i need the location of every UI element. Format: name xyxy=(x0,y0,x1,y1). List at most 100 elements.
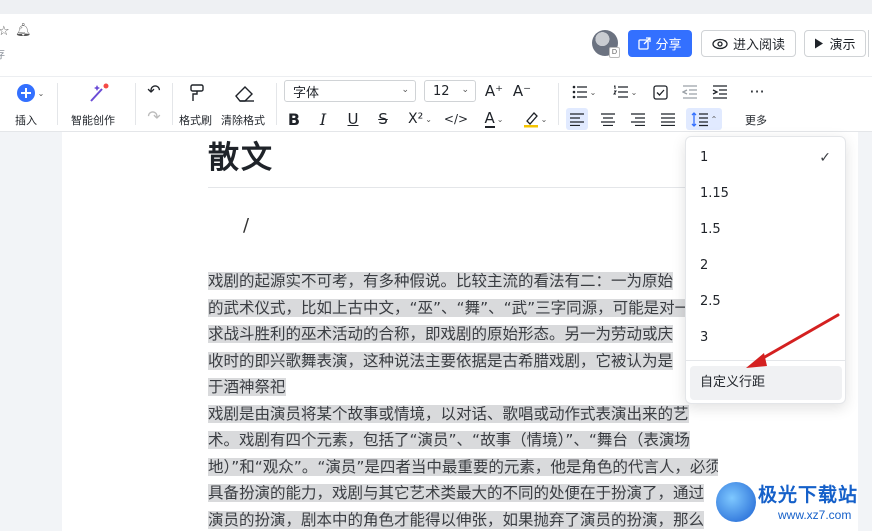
align-right-button[interactable] xyxy=(627,108,649,130)
superscript-icon: X² xyxy=(408,111,424,127)
code-button[interactable]: </> xyxy=(444,109,468,129)
undo-icon: ↶ xyxy=(147,81,161,100)
numbered-list-button[interactable]: ⌄ xyxy=(609,82,641,102)
annotation-arrow xyxy=(746,313,840,368)
justify-icon xyxy=(661,112,675,126)
slash-placeholder[interactable]: / xyxy=(243,215,249,236)
strikethrough-button[interactable]: S xyxy=(373,109,393,129)
divider xyxy=(276,83,277,125)
window-top-strip xyxy=(0,0,872,14)
outdent-icon xyxy=(682,85,697,99)
numbered-list-icon xyxy=(612,85,628,98)
font-size-select[interactable]: 12 ⌄ xyxy=(424,80,476,102)
italic-button[interactable]: I xyxy=(313,109,333,129)
present-label: 演示 xyxy=(829,38,856,53)
present-button[interactable]: 演示 xyxy=(804,30,866,57)
superscript-button[interactable]: X² ⌄ xyxy=(403,109,437,129)
line-spacing-icon xyxy=(691,111,708,127)
share-button[interactable]: 分享 xyxy=(628,30,692,57)
align-center-icon xyxy=(601,112,615,126)
text-line: 地）”和“观众”。“演员”是四者当中最重要的元素，他是角色的代言人，必须 xyxy=(208,454,718,481)
text-line: 戏剧是由演员将某个故事或情境，以对话、歌唱或动作式表演出来的艺 xyxy=(208,404,689,423)
insert-label: 插入 xyxy=(15,114,37,127)
ai-create-label: 智能创作 xyxy=(71,114,115,127)
clear-format-button[interactable] xyxy=(233,82,257,104)
document-body[interactable]: 戏剧的起源实不可考，有多种假说。比较主流的看法有二：一为原始 的武术仪式，比如上… xyxy=(208,268,718,531)
text-line: 的武术仪式，比如上古中文，“巫”、“舞”、“武”三字同源，可能是对一 xyxy=(208,298,691,317)
underline-button[interactable]: U xyxy=(343,109,363,129)
header-bar: ☆ 🔔︎ 存 D 分享 进入阅读 演示 xyxy=(0,14,872,76)
align-center-button[interactable] xyxy=(597,108,619,130)
line-spacing-button[interactable]: ⌃ xyxy=(686,108,722,130)
chevron-down-icon: ⌄ xyxy=(425,114,432,124)
text-line: 术。戏剧有四个元素，包括了“演员”、“故事（情境）”、“舞台（表演场 xyxy=(208,431,690,449)
bold-icon: B xyxy=(287,109,301,129)
code-icon: </> xyxy=(443,112,469,126)
format-painter-label: 格式刷 xyxy=(179,114,212,127)
text-line: 具备扮演的能力，戏剧与其它艺术类最大的不同的处便在于扮演了，通过 xyxy=(208,484,705,502)
align-right-icon xyxy=(631,112,645,126)
text-line: 戏剧的起源实不可考，有多种假说。比较主流的看法有二：一为原始 xyxy=(208,272,674,290)
decrease-font-button[interactable]: A⁻ xyxy=(512,81,532,101)
justify-button[interactable] xyxy=(657,108,679,130)
title-divider xyxy=(208,187,728,188)
bell-icon[interactable]: 🔔︎ xyxy=(15,23,32,38)
bold-button[interactable]: B xyxy=(284,109,304,129)
chevron-down-icon: ⌄ xyxy=(461,85,469,95)
chevron-down-icon: ⌄ xyxy=(540,114,548,124)
font-family-select[interactable]: 字体 ⌄ xyxy=(284,80,416,102)
task-list-button[interactable] xyxy=(650,82,670,102)
avatar-badge: D xyxy=(609,47,620,58)
play-icon xyxy=(815,38,824,49)
ai-create-button[interactable] xyxy=(86,83,112,103)
magic-wand-icon xyxy=(90,83,109,102)
underline-icon: U xyxy=(347,110,359,128)
bullet-list-icon xyxy=(572,85,587,99)
align-left-button[interactable] xyxy=(566,108,588,130)
share-icon xyxy=(638,37,652,50)
decrease-font-icon: A⁻ xyxy=(512,82,532,100)
chevron-down-icon: ⌄ xyxy=(401,85,409,95)
line-spacing-option-1[interactable]: 1 ✓ xyxy=(686,140,845,176)
divider xyxy=(57,83,58,125)
insert-button[interactable]: ⌄ xyxy=(12,83,48,103)
watermark-url: www.xz7.com xyxy=(778,508,852,522)
text-line: 收时的即兴歌舞表演，这种说法主要依据是古希腊戏剧，它被认为是 xyxy=(208,351,674,370)
document-title[interactable]: 散文 xyxy=(208,132,274,177)
line-spacing-option-2[interactable]: 2 xyxy=(686,248,845,284)
avatar[interactable]: D xyxy=(592,30,620,58)
text-line: 求战斗胜利的巫术活动的合称，即戏剧的原始形态。另一为劳动或庆 xyxy=(208,325,674,343)
format-painter-button[interactable] xyxy=(186,82,208,104)
line-spacing-option-1-15[interactable]: 1.15 xyxy=(686,176,845,212)
bullet-list-button[interactable]: ⌄ xyxy=(568,82,600,102)
more-label: 更多 xyxy=(745,114,767,127)
watermark-brand: 极光下载站 xyxy=(758,484,859,506)
highlight-button[interactable]: ⌄ xyxy=(518,109,552,129)
undo-button[interactable]: ↶ xyxy=(144,82,164,100)
outdent-button[interactable] xyxy=(680,82,700,102)
increase-font-button[interactable]: A⁺ xyxy=(484,81,504,101)
paintbrush-icon xyxy=(190,84,204,101)
plus-circle-icon xyxy=(16,84,35,102)
watermark-logo xyxy=(716,482,756,522)
redo-button[interactable]: ↷ xyxy=(144,108,164,126)
line-spacing-option-1-5[interactable]: 1.5 xyxy=(686,212,845,248)
indent-button[interactable] xyxy=(710,82,730,102)
star-icon[interactable]: ☆ xyxy=(0,24,10,39)
clear-format-label: 清除格式 xyxy=(221,114,265,127)
read-mode-label: 进入阅读 xyxy=(732,38,785,53)
text-line: 演员的扮演，剧本中的角色才能得以伸张，如果抛弃了演员的扮演，那么 xyxy=(208,510,705,529)
more-button[interactable]: ··· xyxy=(746,81,768,101)
eraser-icon xyxy=(235,86,254,102)
share-label: 分享 xyxy=(655,38,682,53)
font-color-icon: A xyxy=(484,108,495,128)
checkbox-icon xyxy=(652,84,668,100)
more-header-button[interactable] xyxy=(868,30,872,57)
italic-icon: I xyxy=(319,109,327,129)
save-status: 存 xyxy=(0,46,5,62)
divider xyxy=(135,83,136,125)
read-mode-button[interactable]: 进入阅读 xyxy=(701,30,796,57)
font-color-button[interactable]: A ⌄ xyxy=(477,109,511,129)
chevron-down-icon: ⌄ xyxy=(37,88,45,98)
highlighter-icon xyxy=(523,112,538,128)
